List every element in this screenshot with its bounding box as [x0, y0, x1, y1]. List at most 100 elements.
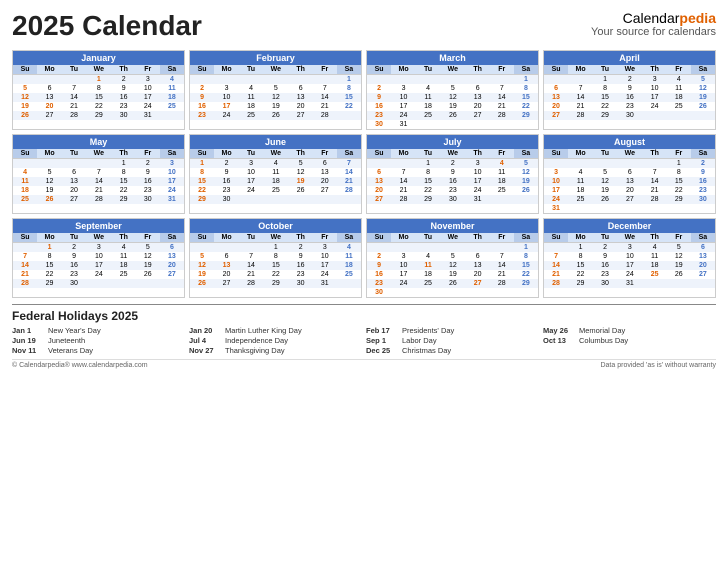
cal-day: 17	[239, 177, 263, 186]
cal-day: 21	[490, 270, 514, 279]
month-block-july: JulySuMoTuWeThFrSa1234567891011121314151…	[366, 134, 539, 214]
cal-day: 25	[337, 270, 361, 279]
cal-day: 25	[416, 279, 440, 288]
cal-day: 11	[112, 252, 136, 261]
cal-day: 2	[691, 159, 715, 169]
holiday-name: Thanksgiving Day	[225, 346, 285, 355]
cal-day: 19	[13, 102, 37, 111]
cal-day: 3	[617, 243, 643, 253]
cal-day: 14	[313, 93, 337, 102]
cal-day: 27	[214, 279, 239, 288]
cal-day	[416, 243, 440, 253]
cal-day: 5	[190, 252, 214, 261]
cal-day: 4	[112, 243, 136, 253]
day-header-tu: Tu	[416, 233, 440, 243]
cal-day: 10	[544, 177, 568, 186]
cal-day: 15	[37, 261, 62, 270]
cal-day: 10	[466, 168, 490, 177]
day-header-fr: Fr	[667, 65, 691, 75]
cal-day	[391, 75, 416, 85]
cal-day: 29	[568, 279, 593, 288]
day-header-we: We	[617, 65, 643, 75]
holiday-item: Dec 25Christmas Day	[366, 346, 539, 355]
month-title: October	[190, 219, 361, 233]
cal-day: 13	[313, 168, 337, 177]
cal-day	[568, 159, 593, 169]
cal-day: 11	[337, 252, 361, 261]
cal-day	[367, 75, 391, 85]
cal-day: 17	[617, 261, 643, 270]
cal-day: 26	[667, 270, 691, 279]
cal-day: 20	[289, 102, 313, 111]
cal-day	[490, 288, 514, 297]
cal-day	[416, 75, 440, 85]
cal-day: 19	[514, 177, 538, 186]
cal-day: 15	[667, 177, 691, 186]
month-title: August	[544, 135, 715, 149]
cal-day: 26	[289, 186, 313, 195]
cal-day	[440, 243, 466, 253]
cal-day	[643, 204, 667, 213]
month-block-september: SeptemberSuMoTuWeThFrSa12345678910111213…	[12, 218, 185, 298]
day-header-mo: Mo	[568, 149, 593, 159]
cal-day: 14	[544, 261, 568, 270]
cal-day: 4	[643, 243, 667, 253]
cal-day: 17	[214, 102, 239, 111]
cal-day: 13	[617, 177, 643, 186]
cal-day: 27	[62, 195, 86, 204]
cal-day: 23	[289, 270, 313, 279]
month-block-august: AugustSuMoTuWeThFrSa12345678910111213141…	[543, 134, 716, 214]
cal-day: 16	[617, 93, 643, 102]
cal-day: 19	[263, 102, 289, 111]
cal-day: 1	[190, 159, 214, 169]
cal-day: 1	[568, 243, 593, 253]
brand-accent: pedia	[679, 10, 716, 26]
cal-day: 29	[263, 279, 289, 288]
cal-day: 2	[440, 159, 466, 169]
cal-day: 28	[13, 279, 37, 288]
cal-day	[239, 195, 263, 204]
cal-day: 24	[160, 186, 184, 195]
cal-day: 29	[416, 195, 440, 204]
cal-day: 29	[514, 279, 538, 288]
cal-day: 17	[466, 177, 490, 186]
cal-day: 1	[514, 75, 538, 85]
cal-day: 6	[37, 84, 62, 93]
holiday-date: Jul 4	[189, 336, 221, 345]
day-header-th: Th	[289, 233, 313, 243]
cal-day: 30	[214, 195, 239, 204]
holiday-item: Oct 13Columbus Day	[543, 336, 716, 345]
cal-day: 18	[643, 261, 667, 270]
holiday-name: Independence Day	[225, 336, 288, 345]
cal-day: 27	[466, 111, 490, 120]
holiday-item: Feb 17Presidents' Day	[366, 326, 539, 335]
day-header-su: Su	[367, 233, 391, 243]
cal-day: 17	[643, 93, 667, 102]
cal-day: 31	[391, 120, 416, 129]
cal-day: 2	[367, 252, 391, 261]
day-header-fr: Fr	[490, 149, 514, 159]
day-header-we: We	[86, 149, 112, 159]
cal-day: 11	[416, 261, 440, 270]
cal-day: 12	[136, 252, 160, 261]
cal-day: 4	[416, 252, 440, 261]
cal-day: 9	[289, 252, 313, 261]
cal-day: 7	[239, 252, 263, 261]
day-header-mo: Mo	[391, 149, 416, 159]
holiday-date: Jun 19	[12, 336, 44, 345]
cal-day: 14	[643, 177, 667, 186]
cal-day: 26	[136, 270, 160, 279]
cal-day: 15	[593, 93, 617, 102]
cal-day: 10	[86, 252, 112, 261]
cal-day: 16	[440, 177, 466, 186]
cal-day: 10	[160, 168, 184, 177]
cal-day: 24	[313, 270, 337, 279]
holiday-date: Jan 20	[189, 326, 221, 335]
cal-day: 8	[416, 168, 440, 177]
day-header-fr: Fr	[136, 149, 160, 159]
day-header-we: We	[617, 233, 643, 243]
cal-day	[544, 159, 568, 169]
cal-day: 18	[160, 93, 184, 102]
cal-day: 19	[593, 186, 617, 195]
cal-day: 19	[440, 270, 466, 279]
